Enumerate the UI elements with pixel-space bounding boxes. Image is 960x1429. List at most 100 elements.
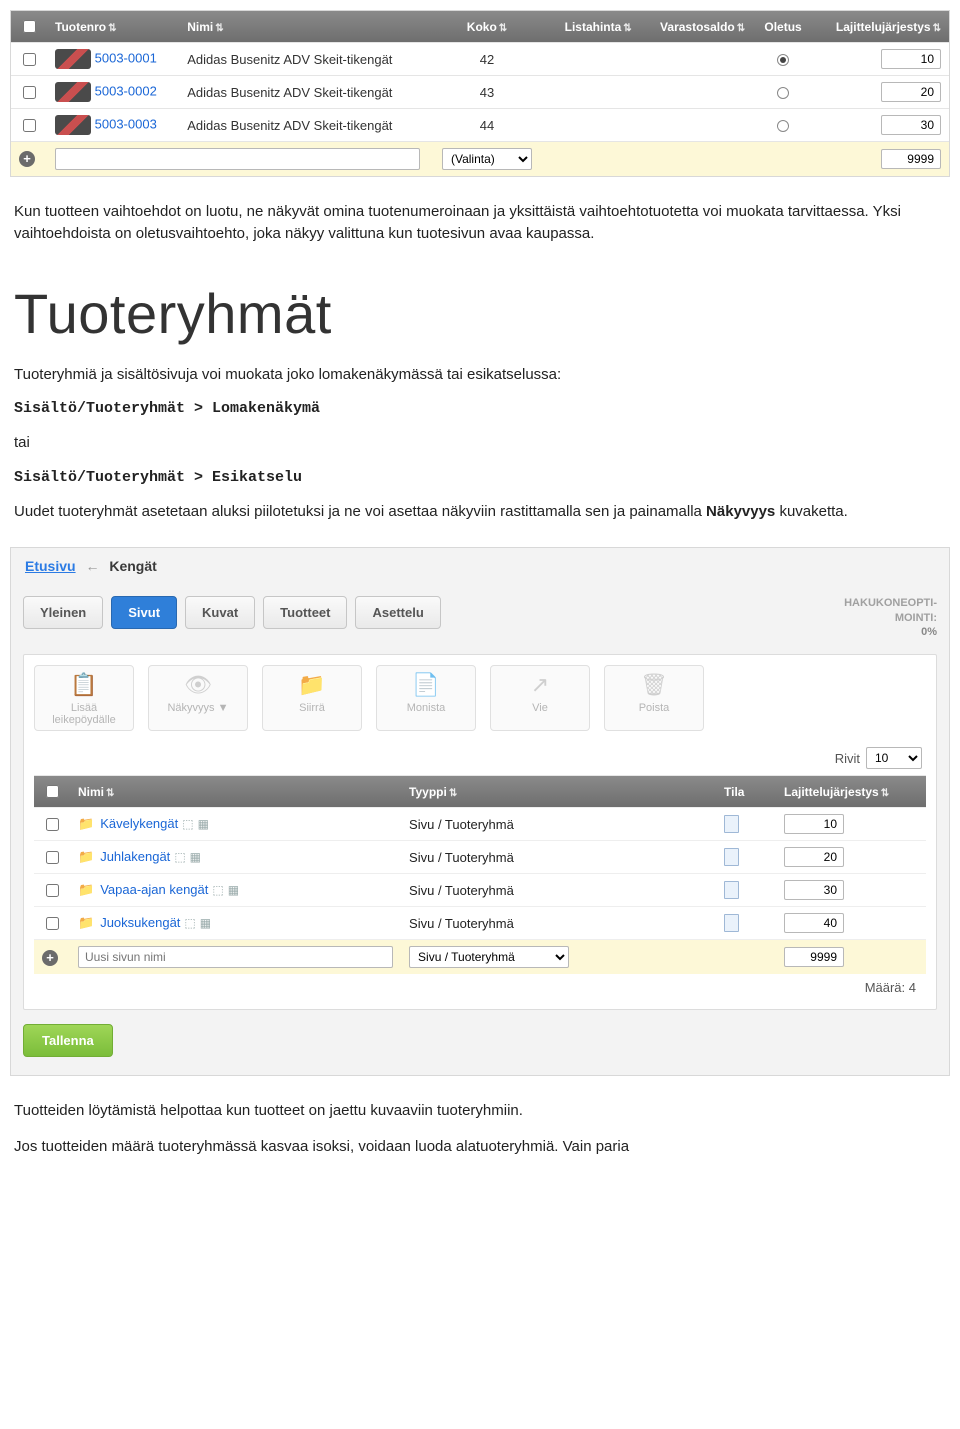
status-icon[interactable] bbox=[724, 914, 739, 932]
category-type: Sivu / Tuoteryhmä bbox=[401, 841, 716, 874]
breadcrumb-home[interactable]: Etusivu bbox=[25, 558, 76, 574]
sort-order-input[interactable] bbox=[881, 49, 941, 69]
row-checkbox[interactable] bbox=[46, 917, 59, 930]
add-icon[interactable]: + bbox=[19, 151, 35, 167]
product-id-link[interactable]: 5003-0002 bbox=[95, 83, 157, 98]
breadcrumb-current: Kengät bbox=[109, 558, 156, 574]
cube-icon: ⬚ bbox=[182, 817, 193, 831]
row-checkbox[interactable] bbox=[23, 53, 36, 66]
category-row: 📁Kävelykengät⬚▦Sivu / Tuoteryhmä bbox=[34, 808, 926, 841]
product-name: Adidas Busenitz ADV Skeit-tikengät bbox=[179, 43, 427, 76]
status-icon[interactable] bbox=[724, 881, 739, 899]
new-variant-input[interactable] bbox=[55, 148, 420, 170]
action-label: Lisää leikepöydälle bbox=[52, 702, 116, 726]
export-icon: ↗ bbox=[495, 672, 585, 698]
clipboard-icon: 📋 bbox=[39, 672, 129, 698]
default-radio[interactable] bbox=[777, 120, 789, 132]
sort-order-input[interactable] bbox=[784, 913, 844, 933]
grid-col-lajittelu[interactable]: Lajittelujärjestys⇅ bbox=[776, 776, 926, 808]
action-delete[interactable]: 🗑Poista bbox=[604, 665, 704, 731]
tab-asettelu[interactable]: Asettelu bbox=[355, 596, 440, 629]
new-category-sort-input[interactable] bbox=[784, 947, 844, 967]
product-id-link[interactable]: 5003-0001 bbox=[95, 50, 157, 65]
cube-icon: ⬚ bbox=[212, 883, 223, 897]
tab-yleinen[interactable]: Yleinen bbox=[23, 596, 103, 629]
heading-tuoteryhmat: Tuoteryhmät bbox=[14, 281, 946, 346]
size-select[interactable]: (Valinta) bbox=[442, 148, 532, 170]
paragraph: tai bbox=[14, 432, 946, 454]
product-size: 43 bbox=[428, 76, 547, 109]
row-checkbox[interactable] bbox=[46, 884, 59, 897]
col-nimi[interactable]: Nimi⇅ bbox=[179, 11, 427, 43]
category-type: Sivu / Tuoteryhmä bbox=[401, 907, 716, 940]
folder-icon: 📁 bbox=[78, 882, 94, 897]
action-duplicate[interactable]: 📄 Monista bbox=[376, 665, 476, 731]
row-checkbox[interactable] bbox=[23, 86, 36, 99]
save-button[interactable]: Tallenna bbox=[23, 1024, 113, 1057]
product-row: 5003-0002Adidas Busenitz ADV Skeit-tiken… bbox=[11, 76, 949, 109]
status-icon[interactable] bbox=[724, 848, 739, 866]
row-checkbox[interactable] bbox=[23, 119, 36, 132]
duplicate-icon: 📄 bbox=[381, 672, 471, 698]
category-grid: Nimi⇅ Tyyppi⇅ Tila Lajittelujärjestys⇅ 📁… bbox=[34, 776, 926, 974]
delete-icon: 🗑 bbox=[609, 672, 699, 698]
grid-col-nimi[interactable]: Nimi⇅ bbox=[70, 776, 401, 808]
action-clipboard[interactable]: 📋 Lisää leikepöydälle bbox=[34, 665, 134, 731]
col-listahinta[interactable]: Listahinta⇅ bbox=[546, 11, 639, 43]
sort-order-input[interactable] bbox=[784, 847, 844, 867]
sort-order-input[interactable] bbox=[881, 82, 941, 102]
category-link[interactable]: Juhlakengät bbox=[100, 849, 170, 864]
grid-col-tyyppi[interactable]: Tyyppi⇅ bbox=[401, 776, 716, 808]
col-tuotenro[interactable]: Tuotenro⇅ bbox=[47, 11, 179, 43]
add-icon[interactable]: + bbox=[42, 950, 58, 966]
action-label: Monista bbox=[407, 702, 446, 714]
product-thumbnail bbox=[55, 49, 91, 69]
select-all-checkbox[interactable] bbox=[23, 20, 36, 33]
breadcrumb-separator: ← bbox=[85, 558, 99, 574]
product-id-link[interactable]: 5003-0003 bbox=[95, 116, 157, 131]
folder-icon: 📁 bbox=[78, 816, 94, 831]
grid-select-all[interactable] bbox=[46, 785, 59, 798]
default-radio[interactable] bbox=[777, 54, 789, 66]
category-row: 📁Juhlakengät⬚▦Sivu / Tuoteryhmä bbox=[34, 841, 926, 874]
col-varastosaldo[interactable]: Varastosaldo⇅ bbox=[640, 11, 753, 43]
tab-kuvat[interactable]: Kuvat bbox=[185, 596, 255, 629]
breadcrumb: Etusivu ← Kengät bbox=[11, 548, 949, 578]
sort-icon: ⇅ bbox=[106, 788, 114, 799]
doc-body: Kun tuotteen vaihtoehdot on luotu, ne nä… bbox=[14, 201, 946, 523]
paragraph: Kun tuotteen vaihtoehdot on luotu, ne nä… bbox=[14, 201, 946, 245]
category-link[interactable]: Juoksukengät bbox=[100, 915, 180, 930]
sort-order-input[interactable] bbox=[881, 115, 941, 135]
paragraph: Tuotteiden löytämistä helpottaa kun tuot… bbox=[14, 1100, 946, 1122]
new-category-name-input[interactable] bbox=[78, 946, 393, 968]
action-label: Vie bbox=[532, 702, 548, 714]
category-link[interactable]: Vapaa-ajan kengät bbox=[100, 882, 208, 897]
rows-select[interactable]: 10 bbox=[866, 747, 922, 769]
breadcrumb-path: Sisältö/Tuoteryhmät > Lomakenäkymä bbox=[14, 400, 946, 417]
action-export[interactable]: ↗ Vie bbox=[490, 665, 590, 731]
grid-icon: ▦ bbox=[200, 916, 211, 930]
product-size: 44 bbox=[428, 109, 547, 142]
tab-sivut[interactable]: Sivut bbox=[111, 596, 177, 629]
content-card: 📋Lisää leikepöydälle👁Näkyvyys ▼📁Siirrä📄M… bbox=[23, 654, 937, 1010]
sort-order-input[interactable] bbox=[784, 880, 844, 900]
default-radio[interactable] bbox=[777, 87, 789, 99]
col-lajittelu[interactable]: Lajittelujärjestys⇅ bbox=[813, 11, 949, 43]
action-label: Siirrä bbox=[299, 702, 325, 714]
tab-tuotteet[interactable]: Tuotteet bbox=[263, 596, 347, 629]
action-visibility[interactable]: 👁Näkyvyys ▼ bbox=[148, 665, 248, 731]
action-move[interactable]: 📁Siirrä bbox=[262, 665, 362, 731]
grid-icon: ▦ bbox=[228, 883, 239, 897]
sort-order-input[interactable] bbox=[784, 814, 844, 834]
category-type: Sivu / Tuoteryhmä bbox=[401, 874, 716, 907]
category-link[interactable]: Kävelykengät bbox=[100, 816, 178, 831]
new-variant-sort-input[interactable] bbox=[881, 149, 941, 169]
col-koko[interactable]: Koko⇅ bbox=[428, 11, 547, 43]
breadcrumb-path: Sisältö/Tuoteryhmät > Esikatselu bbox=[14, 469, 946, 486]
action-bar: 📋 Lisää leikepöydälle 👁Näkyvyys ▼📁Siirrä 📄 M… bbox=[34, 665, 926, 731]
row-checkbox[interactable] bbox=[46, 851, 59, 864]
new-category-type-select[interactable]: Sivu / Tuoteryhmä bbox=[409, 946, 569, 968]
folder-icon: 📁 bbox=[78, 915, 94, 930]
row-checkbox[interactable] bbox=[46, 818, 59, 831]
status-icon[interactable] bbox=[724, 815, 739, 833]
